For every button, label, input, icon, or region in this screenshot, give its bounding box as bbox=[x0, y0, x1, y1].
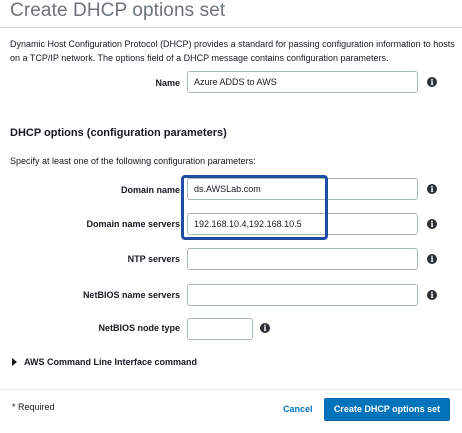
netbios-node-type-label: NetBIOS node type bbox=[98, 323, 180, 333]
required-note: * Required bbox=[12, 402, 55, 412]
description-text: Dynamic Host Configuration Protocol (DHC… bbox=[10, 39, 455, 63]
domain-name-field[interactable]: ds.AWSLab.com bbox=[187, 178, 418, 200]
domain-name-label: Domain name bbox=[120, 185, 180, 195]
section-title: DHCP options (configuration parameters) bbox=[10, 127, 227, 139]
cli-toggle-label: AWS Command Line Interface command bbox=[24, 357, 198, 367]
caret-right-icon bbox=[12, 358, 17, 366]
netbios-name-servers-field[interactable] bbox=[187, 284, 418, 306]
name-label: Name bbox=[155, 78, 180, 88]
info-icon[interactable]: i bbox=[427, 77, 437, 87]
netbios-node-type-field[interactable] bbox=[187, 318, 253, 340]
info-icon[interactable]: i bbox=[427, 254, 437, 264]
domain-name-servers-field[interactable]: 192.168.10.4,192.168.10.5 bbox=[187, 213, 418, 235]
cancel-button[interactable]: Cancel bbox=[283, 404, 313, 414]
netbios-name-servers-label: NetBIOS name servers bbox=[82, 290, 180, 300]
title-divider bbox=[0, 27, 462, 28]
page-title: Create DHCP options set bbox=[10, 0, 226, 21]
footer-divider bbox=[0, 389, 462, 390]
info-icon[interactable]: i bbox=[260, 323, 270, 333]
ntp-servers-field[interactable] bbox=[187, 248, 418, 270]
info-icon[interactable]: i bbox=[427, 290, 437, 300]
name-field[interactable]: Azure ADDS to AWS bbox=[187, 71, 418, 93]
ntp-servers-label: NTP servers bbox=[127, 254, 180, 264]
create-dhcp-options-set-button[interactable]: Create DHCP options set bbox=[324, 398, 450, 421]
info-icon[interactable]: i bbox=[427, 184, 437, 194]
section-subtitle: Specify at least one of the following co… bbox=[10, 156, 256, 166]
info-icon[interactable]: i bbox=[427, 219, 437, 229]
domain-name-servers-label: Domain name servers bbox=[86, 219, 180, 229]
cli-toggle[interactable]: AWS Command Line Interface command bbox=[12, 357, 197, 367]
